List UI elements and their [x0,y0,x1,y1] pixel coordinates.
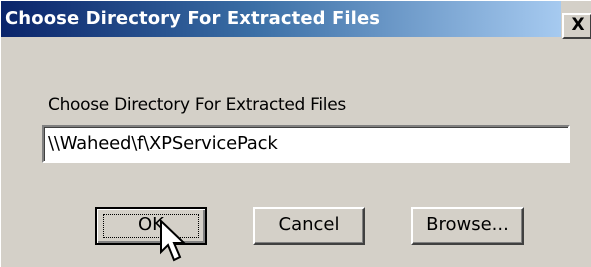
browse-button[interactable]: Browse... [411,207,524,245]
cancel-button[interactable]: Cancel [253,207,365,245]
directory-prompt-label: Choose Directory For Extracted Files [48,95,346,115]
directory-path-input[interactable]: \\Waheed\f\XPServicePack [42,125,570,163]
title-bar[interactable]: Choose Directory For Extracted Files [1,1,561,37]
window-title: Choose Directory For Extracted Files [5,8,381,29]
close-icon: X [571,15,585,35]
close-button[interactable]: X [562,13,591,39]
cancel-button-label: Cancel [278,214,340,235]
browse-button-label: Browse... [426,214,509,235]
dialog-window: Choose Directory For Extracted Files X C… [0,0,591,267]
arrow-pointer-icon [160,220,187,262]
